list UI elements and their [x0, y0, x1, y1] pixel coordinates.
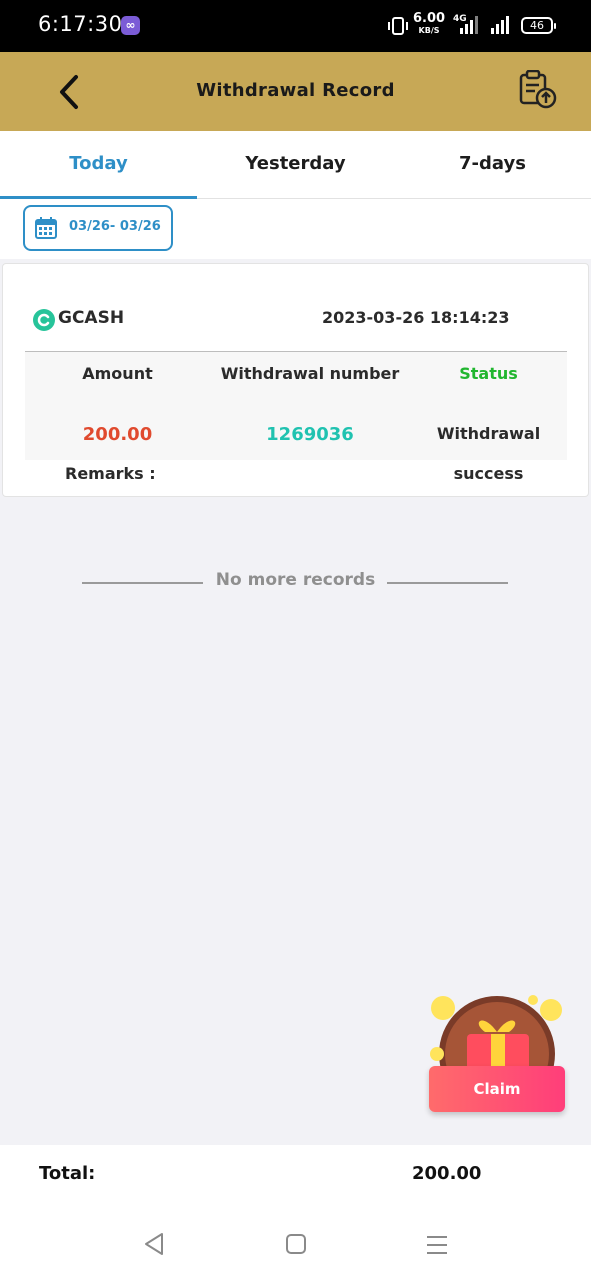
calendar-icon: [35, 217, 57, 239]
date-filter-bar: 03/26- 03/26: [0, 199, 591, 259]
status-header: Status: [459, 364, 518, 383]
total-footer: Total: 200.00: [0, 1145, 591, 1210]
signal-icon: [460, 16, 509, 34]
nav-back-icon[interactable]: [143, 1232, 165, 1256]
tab-today[interactable]: Today: [0, 131, 197, 199]
claim-button[interactable]: Claim: [429, 1066, 565, 1112]
page-title: Withdrawal Record: [196, 80, 395, 101]
status-value-line1: Withdrawal: [436, 424, 541, 443]
top-header: Withdrawal Record: [0, 52, 591, 131]
claim-widget[interactable]: Claim: [425, 992, 570, 1122]
total-label: Total:: [39, 1163, 96, 1184]
network-speed: 6.00 KB/S: [413, 11, 446, 37]
date-tabs: Today Yesterday 7-days: [0, 131, 591, 199]
vibrate-icon: [388, 17, 408, 35]
battery-icon: 46: [521, 17, 556, 34]
nav-menu-icon[interactable]: [426, 1234, 448, 1256]
withdrawal-record-card[interactable]: GCASH 2023-03-26 18:14:23 Amount Withdra…: [2, 263, 589, 497]
status-time: 6:17:30: [38, 12, 123, 36]
app-notification-icon: ∞: [121, 16, 140, 35]
withdrawal-number-value: 1269036: [266, 424, 354, 445]
tab-7-days[interactable]: 7-days: [394, 131, 591, 199]
status-bar: 6:17:30 ∞ 6.00 KB/S 4G 46: [0, 0, 591, 52]
system-nav-bar: [0, 1210, 591, 1280]
amount-header: Amount: [82, 364, 153, 383]
no-more-records: No more records: [0, 568, 591, 598]
record-datetime: 2023-03-26 18:14:23: [322, 308, 510, 327]
divider-right: [387, 582, 508, 584]
nav-home-icon[interactable]: [285, 1233, 307, 1255]
channel-name: GCASH: [58, 308, 125, 328]
gcash-logo-icon: [33, 309, 55, 331]
amount-value: 200.00: [82, 424, 153, 445]
net-speed-value: 6.00: [413, 11, 446, 26]
date-range-picker[interactable]: 03/26- 03/26: [23, 205, 173, 251]
withdrawal-number-header: Withdrawal number: [220, 364, 400, 383]
tab-yesterday[interactable]: Yesterday: [197, 131, 394, 199]
date-range-text: 03/26- 03/26: [69, 219, 161, 234]
total-value: 200.00: [412, 1163, 482, 1184]
no-more-text: No more records: [215, 570, 376, 590]
net-speed-unit: KB/S: [418, 26, 440, 35]
status-value-line2: success: [453, 464, 524, 483]
clipboard-upload-icon[interactable]: [517, 70, 559, 110]
remarks-label: Remarks :: [65, 464, 156, 483]
